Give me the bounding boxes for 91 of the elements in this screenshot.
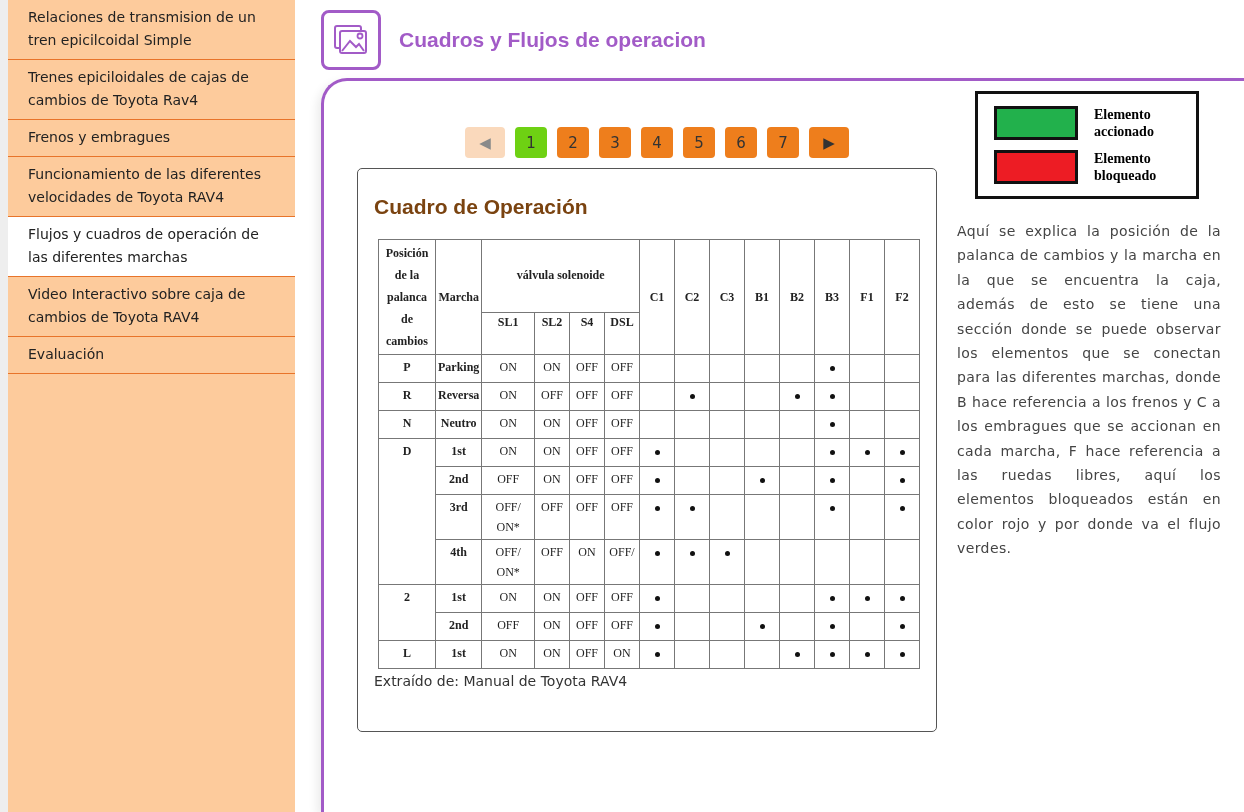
table-cell: ON [534, 354, 570, 383]
table-cell: OFF [569, 494, 605, 540]
table-cell: OFF [569, 382, 605, 411]
sidebar-item[interactable]: Frenos y embragues [8, 120, 295, 157]
table-cell: OFF [569, 640, 605, 669]
table-header: B3 [814, 239, 850, 355]
table-cell: OFF [604, 438, 640, 467]
table-cell: ON [534, 584, 570, 613]
table-cell: ON [481, 382, 535, 411]
page-button[interactable]: 5 [683, 127, 715, 158]
table-cell: ON [481, 354, 535, 383]
table-cell: ON [481, 584, 535, 613]
table-header: B1 [744, 239, 780, 355]
page-button[interactable]: 3 [599, 127, 631, 158]
table-cell: 1st [435, 584, 482, 613]
table-header: S4 [569, 312, 605, 355]
table-cell: 2nd [435, 612, 482, 641]
table-header: válvula solenoide [481, 239, 640, 313]
table-header: SL1 [481, 312, 535, 355]
legend-label: Elemento bloqueado [1094, 150, 1158, 184]
sidebar-item[interactable]: Flujos y cuadros de operación de las diferentes marchas [8, 217, 295, 277]
table-cell: Parking [435, 354, 482, 383]
table-cell: ON [534, 438, 570, 467]
card-title: Cuadro de Operación [374, 195, 589, 219]
legend-label: Elemento accionado [1094, 106, 1155, 140]
table-cell: OFF [481, 612, 535, 641]
table-cell: OFF [604, 612, 640, 641]
table-cell: OFF [534, 539, 570, 585]
table-cell: OFF [569, 410, 605, 439]
table-cell: OFF [604, 354, 640, 383]
table-header: B2 [779, 239, 815, 355]
table-cell: N [378, 410, 436, 439]
table-cell: 1st [435, 640, 482, 669]
table-cell: ON [534, 640, 570, 669]
table-cell: L [378, 640, 436, 669]
table-cell: OFF/ [604, 539, 640, 585]
page-button[interactable]: 2 [557, 127, 589, 158]
table-header: F2 [884, 239, 920, 355]
table-cell: 1st [435, 438, 482, 467]
table-header: C1 [639, 239, 675, 355]
table-cell: OFF [569, 612, 605, 641]
table-cell: R [378, 382, 436, 411]
table-cell: ON [604, 640, 640, 669]
table-header: C2 [674, 239, 710, 355]
table-header: Posición de la palanca de cambios [378, 239, 436, 355]
table-cell: OFF [604, 466, 640, 495]
table-cell: P [378, 354, 436, 383]
image-icon [321, 10, 381, 70]
table-cell: ON [534, 612, 570, 641]
table-header: Marcha [435, 239, 482, 355]
table-header: SL2 [534, 312, 570, 355]
table-cell: ON [481, 640, 535, 669]
table-cell: Neutro [435, 410, 482, 439]
sidebar-item[interactable]: Relaciones de transmision de un tren epicilcoidal Simple [8, 0, 295, 60]
page-button[interactable]: 6 [725, 127, 757, 158]
table-cell: OFF [481, 466, 535, 495]
table-cell: ON [569, 539, 605, 585]
table-cell: 3rd [435, 494, 482, 540]
table-cell: OFF/ ON* [481, 539, 535, 585]
sidebar-item[interactable]: Video Interactivo sobre caja de cambios de Toyota RAV4 [8, 277, 295, 337]
table-cell: OFF [569, 466, 605, 495]
sidebar-item[interactable]: Trenes epiciloidales de cajas de cambios de Toyota Rav4 [8, 60, 295, 120]
table-cell: 2 [378, 584, 436, 641]
sidebar-item[interactable]: Evaluación [8, 337, 295, 374]
table-cell: 2nd [435, 466, 482, 495]
table-cell: Reversa [435, 382, 482, 411]
description: Aquí se explica la posición de la palanca de cambios y la marcha en la que se encuentra la caja, además de esto se tiene una sección donde se puede observar los elementos que se conectan para las diferentes marchas, donde B hace referencia a los frenos y C a los embragues que se accionan en cada marcha, F hace referencia a las ruedas libres, aquí los elementos bloqueados están en color rojo y por donde va el flujo verdes. [957, 222, 1221, 559]
page-button[interactable]: 4 [641, 127, 673, 158]
table-cell: OFF [604, 382, 640, 411]
table-cell: ON [481, 410, 535, 439]
table-cell: ON [534, 410, 570, 439]
page-button[interactable]: 1 [515, 127, 547, 158]
table-cell: OFF [604, 410, 640, 439]
section-title: Cuadros y Flujos de operacion [399, 28, 706, 52]
table-cell: OFF [534, 494, 570, 540]
page-button[interactable]: 7 [767, 127, 799, 158]
table-cell: OFF [569, 584, 605, 613]
table-cell: ON [534, 466, 570, 495]
next-button[interactable]: ▶ [809, 127, 849, 158]
table-header: F1 [849, 239, 885, 355]
table-cell: OFF [604, 494, 640, 540]
table-cell: OFF [569, 438, 605, 467]
table-cell: OFF [569, 354, 605, 383]
table-cell: OFF [534, 382, 570, 411]
table-cell: OFF [604, 584, 640, 613]
table-header: C3 [709, 239, 745, 355]
table-cell: ON [481, 438, 535, 467]
caption: Extraído de: Manual de Toyota RAV4 [374, 673, 629, 689]
table-cell: D [378, 438, 436, 585]
table-cell: OFF/ ON* [481, 494, 535, 540]
table-cell: 4th [435, 539, 482, 585]
